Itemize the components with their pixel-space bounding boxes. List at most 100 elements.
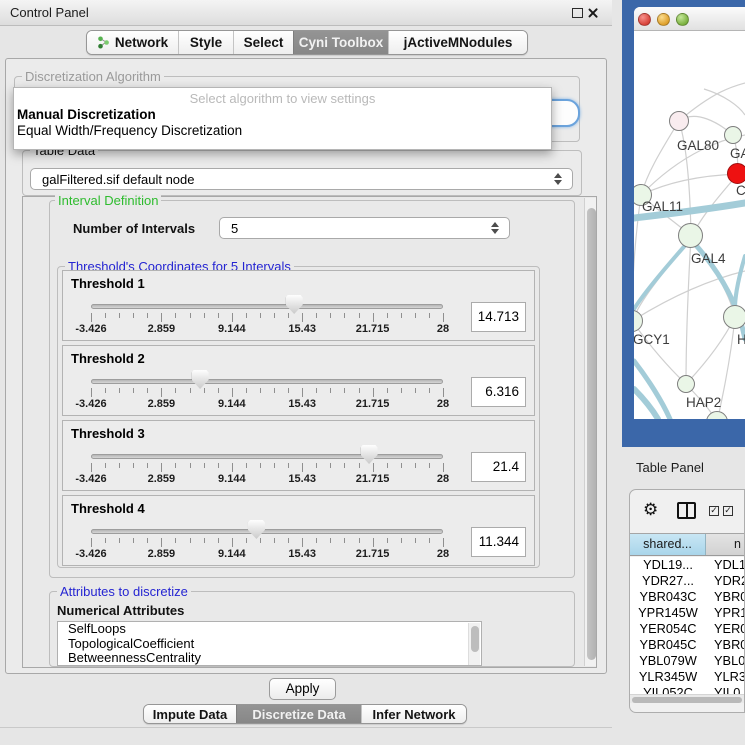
threshold-1-value-field[interactable]: 14.713 <box>471 302 526 332</box>
node-gal80[interactable] <box>669 111 689 131</box>
zoom-traffic-light-icon[interactable] <box>676 13 689 26</box>
table-data-combobox[interactable]: galFiltered.sif default node <box>30 168 573 190</box>
tab-network[interactable]: Network <box>87 31 178 54</box>
bottom-tab-bar: Impute DataDiscretize DataInfer Network <box>143 704 467 724</box>
numerical-attributes-list[interactable]: SelfLoopsTopologicalCoefficientBetweenne… <box>57 621 482 666</box>
threshold-3-slider-handle[interactable] <box>361 445 378 464</box>
checkbox-icon-1[interactable]: ✓ <box>709 506 719 516</box>
threshold-4-label: Threshold 4 <box>71 501 145 516</box>
table-row[interactable]: YLR345WYLR3 <box>630 669 745 685</box>
threshold-2-ticks <box>91 388 443 398</box>
close-traffic-light-icon[interactable] <box>638 13 651 26</box>
node-top-right[interactable] <box>724 126 742 144</box>
threshold-3-panel: Threshold 3 -3.4262.8599.14415.4321.7152… <box>62 420 535 491</box>
top-tab-bar: NetworkStyleSelectCyni ToolboxjActiveMNo… <box>86 30 528 55</box>
threshold-4-value-field[interactable]: 11.344 <box>471 527 526 557</box>
tab-impute-data[interactable]: Impute Data <box>144 705 236 723</box>
threshold-2-slider-track[interactable] <box>91 379 443 384</box>
node-label-hap2: HAP2 <box>686 395 721 410</box>
threshold-2-value-field[interactable]: 6.316 <box>471 377 526 407</box>
number-of-intervals-spinner[interactable]: 5 <box>219 217 510 239</box>
table-header-row: shared... n <box>630 533 745 556</box>
tab-style[interactable]: Style <box>178 31 233 54</box>
table-panel-title: Table Panel <box>636 460 704 475</box>
attributes-scrollbar[interactable] <box>468 623 480 666</box>
tab-select[interactable]: Select <box>233 31 293 54</box>
attribute-item[interactable]: TopologicalCoefficient <box>58 637 481 652</box>
algorithm-item-equal-width[interactable]: Equal Width/Frequency Discretization <box>14 122 551 138</box>
node-selected-red[interactable] <box>727 163 745 184</box>
threshold-4-scale-labels: -3.4262.8599.14415.4321.71528 <box>91 548 443 562</box>
table-hscrollbar-thumb[interactable] <box>632 697 742 703</box>
float-window-icon[interactable] <box>572 8 583 18</box>
close-icon[interactable] <box>587 7 599 19</box>
gear-icon[interactable]: ⚙ <box>643 502 658 519</box>
threshold-3-value-field[interactable]: 21.4 <box>471 452 526 482</box>
network-canvas[interactable]: GAL80 GA C GAL11 GAL4 GCY1 H HAP2 <box>634 31 745 419</box>
spinner-stepper-icon <box>491 222 499 234</box>
node-label-clipped-c: C <box>736 183 745 198</box>
threshold-1-slider-handle[interactable] <box>286 295 303 314</box>
threshold-2-scale-labels: -3.4262.8599.14415.4321.71528 <box>91 398 443 412</box>
threshold-4-ticks <box>91 538 443 548</box>
node-label-gal4: GAL4 <box>691 251 726 266</box>
table-row[interactable]: YBL079WYBL0 <box>630 653 745 669</box>
column-view-icon[interactable] <box>677 502 696 519</box>
node-label-gcy1: GCY1 <box>634 332 670 347</box>
table-row[interactable]: YDR27...YDR2 <box>630 573 745 589</box>
column-header-name[interactable]: n <box>706 534 745 555</box>
number-of-intervals-value: 5 <box>231 221 238 236</box>
threshold-1-panel: Threshold 1 -3.4262.8599.14415.4321.7152… <box>62 270 535 341</box>
minimize-traffic-light-icon[interactable] <box>657 13 670 26</box>
node-gal4[interactable] <box>678 223 703 248</box>
threshold-3-slider-track[interactable] <box>91 454 443 459</box>
node-right-mid[interactable] <box>723 305 745 329</box>
threshold-4-slider-handle[interactable] <box>248 520 265 539</box>
column-header-shared[interactable]: shared... <box>630 534 706 555</box>
panel-title: Control Panel <box>10 5 89 20</box>
threshold-3-label: Threshold 3 <box>71 426 145 441</box>
algorithm-hint-item[interactable]: Select algorithm to view settings <box>14 88 551 106</box>
table-row[interactable]: YPR145WYPR1 <box>630 605 745 621</box>
node-label-gal80: GAL80 <box>677 138 719 153</box>
tab-discretize-data[interactable]: Discretize Data <box>236 705 361 723</box>
threshold-1-slider-track[interactable] <box>91 304 443 309</box>
threshold-2-slider-handle[interactable] <box>192 370 209 389</box>
node-label-clipped-h: H <box>737 332 745 347</box>
footer-divider <box>0 727 612 728</box>
algorithm-item-manual[interactable]: Manual Discretization <box>14 106 551 122</box>
main-scrollbar-thumb[interactable] <box>587 208 596 660</box>
threshold-3-scale-labels: -3.4262.8599.14415.4321.71528 <box>91 473 443 487</box>
tab-infer-network[interactable]: Infer Network <box>361 705 466 723</box>
table-row[interactable]: YBR045CYBR0 <box>630 637 745 653</box>
node-label-gal11: GAL11 <box>642 199 683 214</box>
table-row[interactable]: YER054CYER0 <box>630 621 745 637</box>
attributes-scrollbar-thumb[interactable] <box>471 626 479 652</box>
table-rows[interactable]: YDL19...YDL1YDR27...YDR2YBR043CYBR0YPR14… <box>630 557 745 694</box>
network-window-titlebar <box>634 7 745 31</box>
threshold-2-label: Threshold 2 <box>71 351 145 366</box>
tab-jactivemnodules[interactable]: jActiveMNodules <box>388 31 527 54</box>
numerical-attributes-label: Numerical Attributes <box>57 603 184 618</box>
table-row[interactable]: YIL052CYIL0 <box>630 685 745 694</box>
number-of-intervals-label: Number of Intervals <box>73 221 195 236</box>
attribute-item[interactable]: BetweennessCentrality <box>58 651 481 666</box>
checkbox-icon-2[interactable]: ✓ <box>723 506 733 516</box>
table-data-value: galFiltered.sif default node <box>42 172 194 187</box>
attributes-group-title: Attributes to discretize <box>57 585 191 598</box>
interval-definition-title: Interval Definition <box>55 194 161 207</box>
table-row[interactable]: YBR043CYBR0 <box>630 589 745 605</box>
discretization-algorithm-title: Discretization Algorithm <box>22 70 164 83</box>
threshold-1-label: Threshold 1 <box>71 276 145 291</box>
threshold-3-ticks <box>91 463 443 473</box>
threshold-4-slider-track[interactable] <box>91 529 443 534</box>
attribute-item[interactable]: SelfLoops <box>58 622 481 637</box>
algorithm-dropdown-popup: Select algorithm to view settings Manual… <box>13 87 552 150</box>
main-scrollbar[interactable] <box>584 198 596 666</box>
tab-cyni-toolbox[interactable]: Cyni Toolbox <box>293 31 388 54</box>
apply-button[interactable]: Apply <box>269 678 336 700</box>
threshold-4-panel: Threshold 4 -3.4262.8599.14415.4321.7152… <box>62 495 535 566</box>
table-hscrollbar[interactable] <box>630 694 745 703</box>
node-hap2[interactable] <box>677 375 695 393</box>
table-row[interactable]: YDL19...YDL1 <box>630 557 745 573</box>
